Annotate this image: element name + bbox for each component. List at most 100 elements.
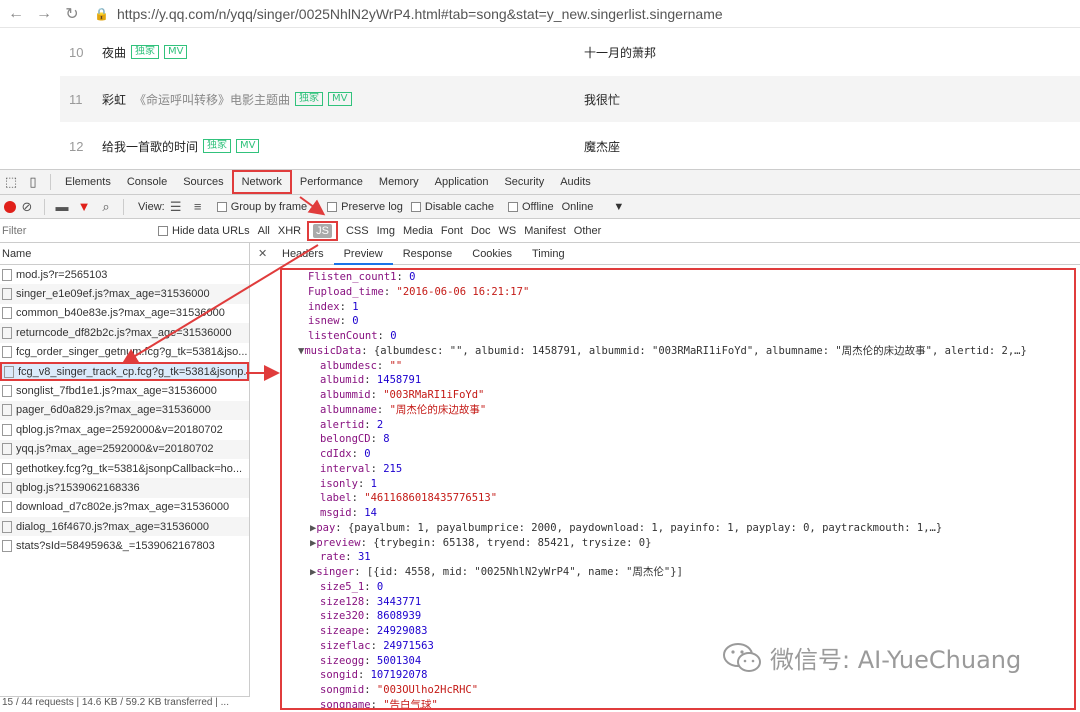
request-row[interactable]: qblog.js?max_age=2592000&v=20180702 xyxy=(0,420,249,439)
tab-security[interactable]: Security xyxy=(496,170,552,194)
filter-css[interactable]: CSS xyxy=(346,225,369,237)
preview-line[interactable]: ▶pay: {payalbum: 1, payalbumprice: 2000,… xyxy=(308,521,1074,536)
filter-icon[interactable]: ▼ xyxy=(73,196,95,218)
tab-sources[interactable]: Sources xyxy=(175,170,231,194)
large-rows-icon[interactable]: ☰ xyxy=(165,196,187,218)
reload-icon[interactable]: ↻ xyxy=(60,2,84,26)
tab-application[interactable]: Application xyxy=(427,170,497,194)
preview-line[interactable]: ▶singer: [{id: 4558, mid: "0025NhlN2yWrP… xyxy=(308,565,1074,580)
throttling-select[interactable]: Online ▼ xyxy=(562,201,625,213)
record-icon[interactable] xyxy=(4,200,16,213)
filter-doc[interactable]: Doc xyxy=(471,225,491,237)
filter-other[interactable]: Other xyxy=(574,225,602,237)
tab-headers[interactable]: Headers xyxy=(272,243,334,265)
network-status: 15 / 44 requests | 14.6 KB / 59.2 KB tra… xyxy=(0,696,250,712)
song-title[interactable]: 给我一首歌的时间 xyxy=(102,138,198,155)
preview-key: msgid xyxy=(320,507,352,519)
song-album[interactable]: 魔杰座 xyxy=(584,138,620,155)
filter-font[interactable]: Font xyxy=(441,225,463,237)
request-row[interactable]: mod.js?r=2565103 xyxy=(0,265,249,284)
song-subtitle: 《命运呼叫转移》电影主题曲 xyxy=(134,92,291,107)
tab-network[interactable]: Network xyxy=(231,170,292,194)
close-icon[interactable]: ✕ xyxy=(258,247,272,260)
group-by-frame-checkbox[interactable]: Group by frame xyxy=(216,201,307,213)
request-row[interactable]: stats?sId=58495963&_=1539062167803 xyxy=(0,536,249,555)
song-title[interactable]: 夜曲 xyxy=(102,44,126,61)
preview-value: 1458791 xyxy=(376,374,422,387)
filter-all[interactable]: All xyxy=(258,225,270,237)
disable-cache-checkbox[interactable]: Disable cache xyxy=(410,201,494,213)
tab-elements[interactable]: Elements xyxy=(57,170,119,194)
request-row[interactable]: yqq.js?max_age=2592000&v=20180702 xyxy=(0,439,249,459)
offline-checkbox[interactable]: Offline xyxy=(507,201,554,213)
mv-badge[interactable]: MV xyxy=(164,45,188,59)
filter-manifest[interactable]: Manifest xyxy=(524,225,566,237)
tab-performance[interactable]: Performance xyxy=(292,170,371,194)
preview-line: isonly: 1 xyxy=(308,477,1074,492)
mv-badge[interactable]: MV xyxy=(236,139,260,153)
tab-console[interactable]: Console xyxy=(119,170,175,194)
file-icon xyxy=(2,462,12,475)
request-row[interactable]: pager_6d0a829.js?max_age=31536000 xyxy=(0,400,249,421)
search-icon[interactable]: ⌕ xyxy=(95,196,117,218)
mv-badge[interactable]: MV xyxy=(328,92,352,106)
network-toolbar: ⊘ ▬ ▼ ⌕ View: ☰ ≡ Group by frame Preserv… xyxy=(0,195,1080,219)
preview-line: Fupload_time: "2016-06-06 16:21:17" xyxy=(308,285,1074,300)
filter-ws[interactable]: WS xyxy=(498,225,516,237)
waterfall-icon[interactable]: ≡ xyxy=(187,196,209,218)
request-row[interactable]: qblog.js?1539062168336 xyxy=(0,478,249,498)
tab-timing[interactable]: Timing xyxy=(522,243,575,265)
song-album[interactable]: 我很忙 xyxy=(584,91,620,108)
tab-cookies[interactable]: Cookies xyxy=(462,243,522,265)
request-row[interactable]: returncode_df82b2c.js?max_age=31536000 xyxy=(0,323,249,343)
preview-line[interactable]: ▶preview: {trybegin: 65138, tryend: 8542… xyxy=(308,536,1074,551)
url-field[interactable]: 🔒 https://y.qq.com/n/yqq/singer/0025NhlN… xyxy=(94,6,723,22)
preview-colon: : xyxy=(354,566,367,578)
back-icon[interactable]: ← xyxy=(4,2,28,26)
preview-value: 215 xyxy=(383,462,403,475)
preview-line[interactable]: ▼musicData: {albumdesc: "", albumid: 145… xyxy=(298,344,1074,359)
capture-screenshots-icon[interactable]: ▬ xyxy=(51,196,73,218)
clear-icon[interactable]: ⊘ xyxy=(16,196,38,218)
hide-data-urls-checkbox[interactable]: Hide data URLs xyxy=(158,225,250,237)
filter-xhr[interactable]: XHR xyxy=(278,225,301,237)
request-row[interactable]: download_d7c802e.js?max_age=31536000 xyxy=(0,498,249,517)
tab-memory[interactable]: Memory xyxy=(371,170,427,194)
song-album[interactable]: 十一月的萧邦 xyxy=(584,44,656,61)
request-row[interactable]: fcg_order_singer_getnum.fcg?g_tk=5381&js… xyxy=(0,343,249,362)
request-row[interactable]: singer_e1e09ef.js?max_age=31536000 xyxy=(0,284,249,304)
forward-icon[interactable]: → xyxy=(32,2,56,26)
request-row[interactable]: songlist_7fbd1e1.js?max_age=31536000 xyxy=(0,381,249,400)
name-column-header[interactable]: Name xyxy=(0,243,249,265)
preview-value: 24929083 xyxy=(376,625,428,637)
preview-value: 8 xyxy=(383,433,390,446)
preview-key: alertid xyxy=(320,418,365,431)
request-row[interactable]: dialog_16f4670.js?max_age=31536000 xyxy=(0,517,249,537)
devtools-tabbar: ⬚ ▯ Elements Console Sources Network Per… xyxy=(0,169,1080,195)
preview-line: albummid: "003RMaRI1iFoYd" xyxy=(308,388,1074,403)
tab-audits[interactable]: Audits xyxy=(552,170,599,194)
tab-preview[interactable]: Preview xyxy=(333,243,393,265)
address-bar: ← → ↻ 🔒 https://y.qq.com/n/yqq/singer/00… xyxy=(0,0,1080,28)
song-row[interactable]: 10 夜曲 独家 MV 十一月的萧邦 xyxy=(60,29,1080,75)
wechat-icon xyxy=(723,642,761,672)
filter-img[interactable]: Img xyxy=(377,225,395,237)
preview-line: size320: 8608939 xyxy=(308,609,1074,624)
filter-media[interactable]: Media xyxy=(403,225,433,237)
tab-response[interactable]: Response xyxy=(393,243,463,265)
song-row[interactable]: 11 彩虹 《命运呼叫转移》电影主题曲 独家 MV 我很忙 xyxy=(60,76,1080,122)
song-title[interactable]: 彩虹 xyxy=(102,91,126,108)
song-row[interactable]: 12 给我一首歌的时间 独家 MV 魔杰座 xyxy=(60,123,1080,169)
filter-input[interactable] xyxy=(2,221,150,240)
preview-value: 24971563 xyxy=(383,639,434,652)
request-row[interactable]: gethotkey.fcg?g_tk=5381&jsonpCallback=ho… xyxy=(0,459,249,478)
device-toolbar-icon[interactable]: ▯ xyxy=(22,171,44,193)
request-row[interactable]: common_b40e83e.js?max_age=31536000 xyxy=(0,304,249,323)
request-row[interactable]: fcg_v8_singer_track_cp.fcg?g_tk=5381&jso… xyxy=(0,361,249,382)
inspect-element-icon[interactable]: ⬚ xyxy=(0,171,22,193)
preview-key: size320 xyxy=(320,610,365,623)
preserve-log-checkbox[interactable]: Preserve log xyxy=(327,201,403,213)
preview-value: "003RMaRI1iFoYd" xyxy=(383,389,485,401)
filter-js[interactable]: JS xyxy=(307,220,338,241)
request-name: songlist_7fbd1e1.js?max_age=31536000 xyxy=(16,385,217,398)
